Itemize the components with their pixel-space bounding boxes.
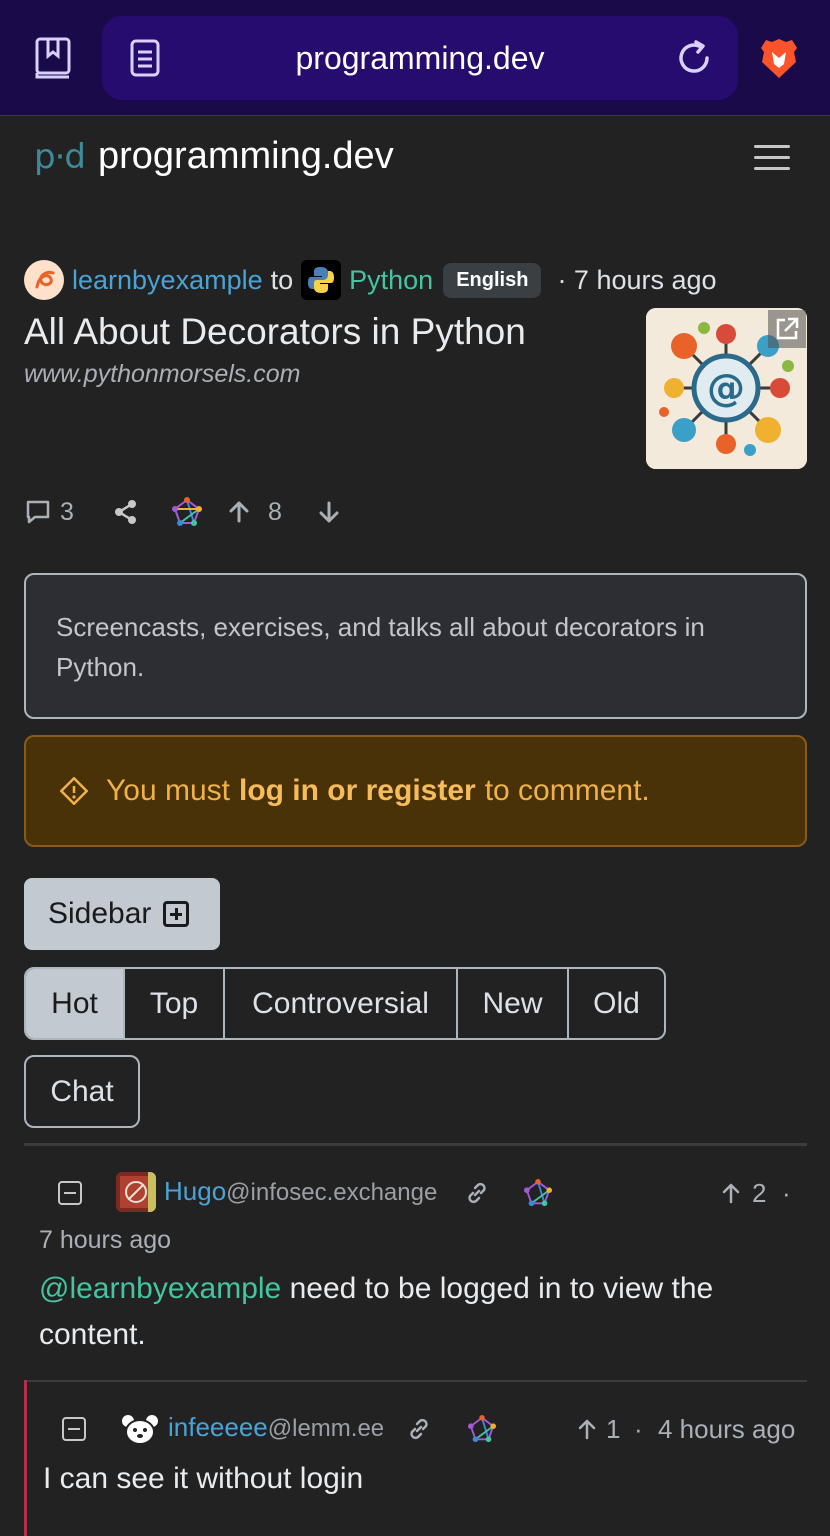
collapse-icon[interactable]: [62, 1417, 86, 1441]
url-text[interactable]: programming.dev: [200, 16, 640, 100]
sort-new[interactable]: New: [458, 969, 569, 1038]
author-avatar[interactable]: [24, 260, 64, 300]
brave-lion-icon[interactable]: [758, 36, 800, 80]
post-time: · 7 hours ago: [557, 264, 717, 295]
reader-mode-icon[interactable]: [128, 38, 162, 78]
login-warning: You must log in or register to comment.: [24, 735, 807, 847]
browser-toolbar: programming.dev: [0, 0, 830, 116]
post-body: Screencasts, exercises, and talks all ab…: [24, 573, 807, 719]
comment-time: 4 hours ago: [658, 1414, 796, 1444]
svg-text:@: @: [707, 366, 745, 410]
fediverse-icon[interactable]: [172, 492, 202, 532]
collapse-icon[interactable]: [58, 1181, 82, 1205]
comments-button[interactable]: 3: [24, 492, 74, 532]
arrow-up-icon: [229, 501, 249, 523]
post-domain[interactable]: www.pythonmorsels.com: [24, 360, 300, 389]
site-name[interactable]: programming.dev: [98, 135, 394, 178]
meta-separator: ·: [634, 1414, 643, 1444]
upvote-button[interactable]: 8: [226, 492, 282, 532]
link-icon[interactable]: [464, 1180, 490, 1206]
sort-controversial[interactable]: Controversial: [225, 969, 458, 1038]
menu-icon[interactable]: [754, 145, 790, 173]
fediverse-icon[interactable]: [468, 1415, 496, 1443]
reply-thread: [24, 1380, 807, 1536]
post-meta: learnbyexample to Python English · 7 hou…: [24, 258, 814, 302]
arrow-up-icon[interactable]: [720, 1181, 742, 1205]
comment-header: infeeeee@lemm.ee 1 · 4 hours ago: [62, 1408, 812, 1450]
meta-to-text: to: [270, 264, 294, 295]
sort-top[interactable]: Top: [125, 969, 225, 1038]
login-register-link[interactable]: log in or register: [239, 774, 476, 808]
meta-separator: ·: [782, 1178, 791, 1208]
language-badge: English: [443, 262, 542, 298]
post-author-link[interactable]: learnbyexample: [72, 265, 263, 296]
sort-hot[interactable]: Hot: [26, 969, 125, 1038]
chat-button[interactable]: Chat: [24, 1055, 140, 1128]
site-logo[interactable]: p·d: [34, 137, 86, 177]
reload-icon[interactable]: [674, 38, 714, 78]
divider: [24, 1143, 807, 1146]
arrow-up-icon[interactable]: [576, 1417, 598, 1441]
avatar[interactable]: [116, 1172, 156, 1212]
comment-author[interactable]: infeeeee@lemm.ee: [168, 1412, 384, 1443]
mention-link[interactable]: @learnbyexample: [39, 1272, 281, 1305]
site-header: p·d programming.dev: [0, 117, 830, 201]
arrow-down-icon: [319, 501, 339, 523]
comment-icon: [26, 500, 50, 524]
downvote-button[interactable]: [316, 492, 342, 532]
fediverse-icon[interactable]: [524, 1179, 552, 1207]
comment-score: 2: [752, 1178, 767, 1208]
sidebar-label: Sidebar: [48, 897, 152, 930]
bookmarks-icon[interactable]: [30, 34, 78, 82]
comment-author[interactable]: Hugo@infosec.exchange: [164, 1176, 437, 1207]
warning-text-after: to comment.: [484, 774, 650, 807]
comment-count: 3: [60, 497, 74, 526]
share-icon[interactable]: [112, 492, 140, 532]
link-icon[interactable]: [406, 1416, 432, 1442]
comment-header: Hugo@infosec.exchange 2 ·: [54, 1172, 814, 1214]
sidebar-button[interactable]: Sidebar: [24, 878, 220, 950]
warning-icon: [60, 777, 88, 805]
avatar[interactable]: [120, 1412, 160, 1446]
external-link-icon[interactable]: [768, 310, 806, 348]
comment-sort-group: Hot Top Controversial New Old: [24, 967, 666, 1040]
comment-score: 1: [606, 1414, 621, 1444]
post-title[interactable]: All About Decorators in Python: [24, 310, 624, 354]
community-link[interactable]: Python: [349, 265, 433, 296]
post-actions: 3 8: [24, 492, 384, 532]
sort-old[interactable]: Old: [569, 969, 664, 1038]
comment-time: 7 hours ago: [39, 1226, 172, 1254]
comment-body: @learnbyexample need to be logged in to …: [39, 1272, 714, 1351]
warning-text-before: You must: [106, 774, 230, 807]
comment-body: I can see it without login: [43, 1462, 364, 1495]
plus-square-icon: [163, 901, 190, 927]
python-community-icon[interactable]: [301, 260, 342, 300]
post-score: 8: [268, 497, 282, 526]
